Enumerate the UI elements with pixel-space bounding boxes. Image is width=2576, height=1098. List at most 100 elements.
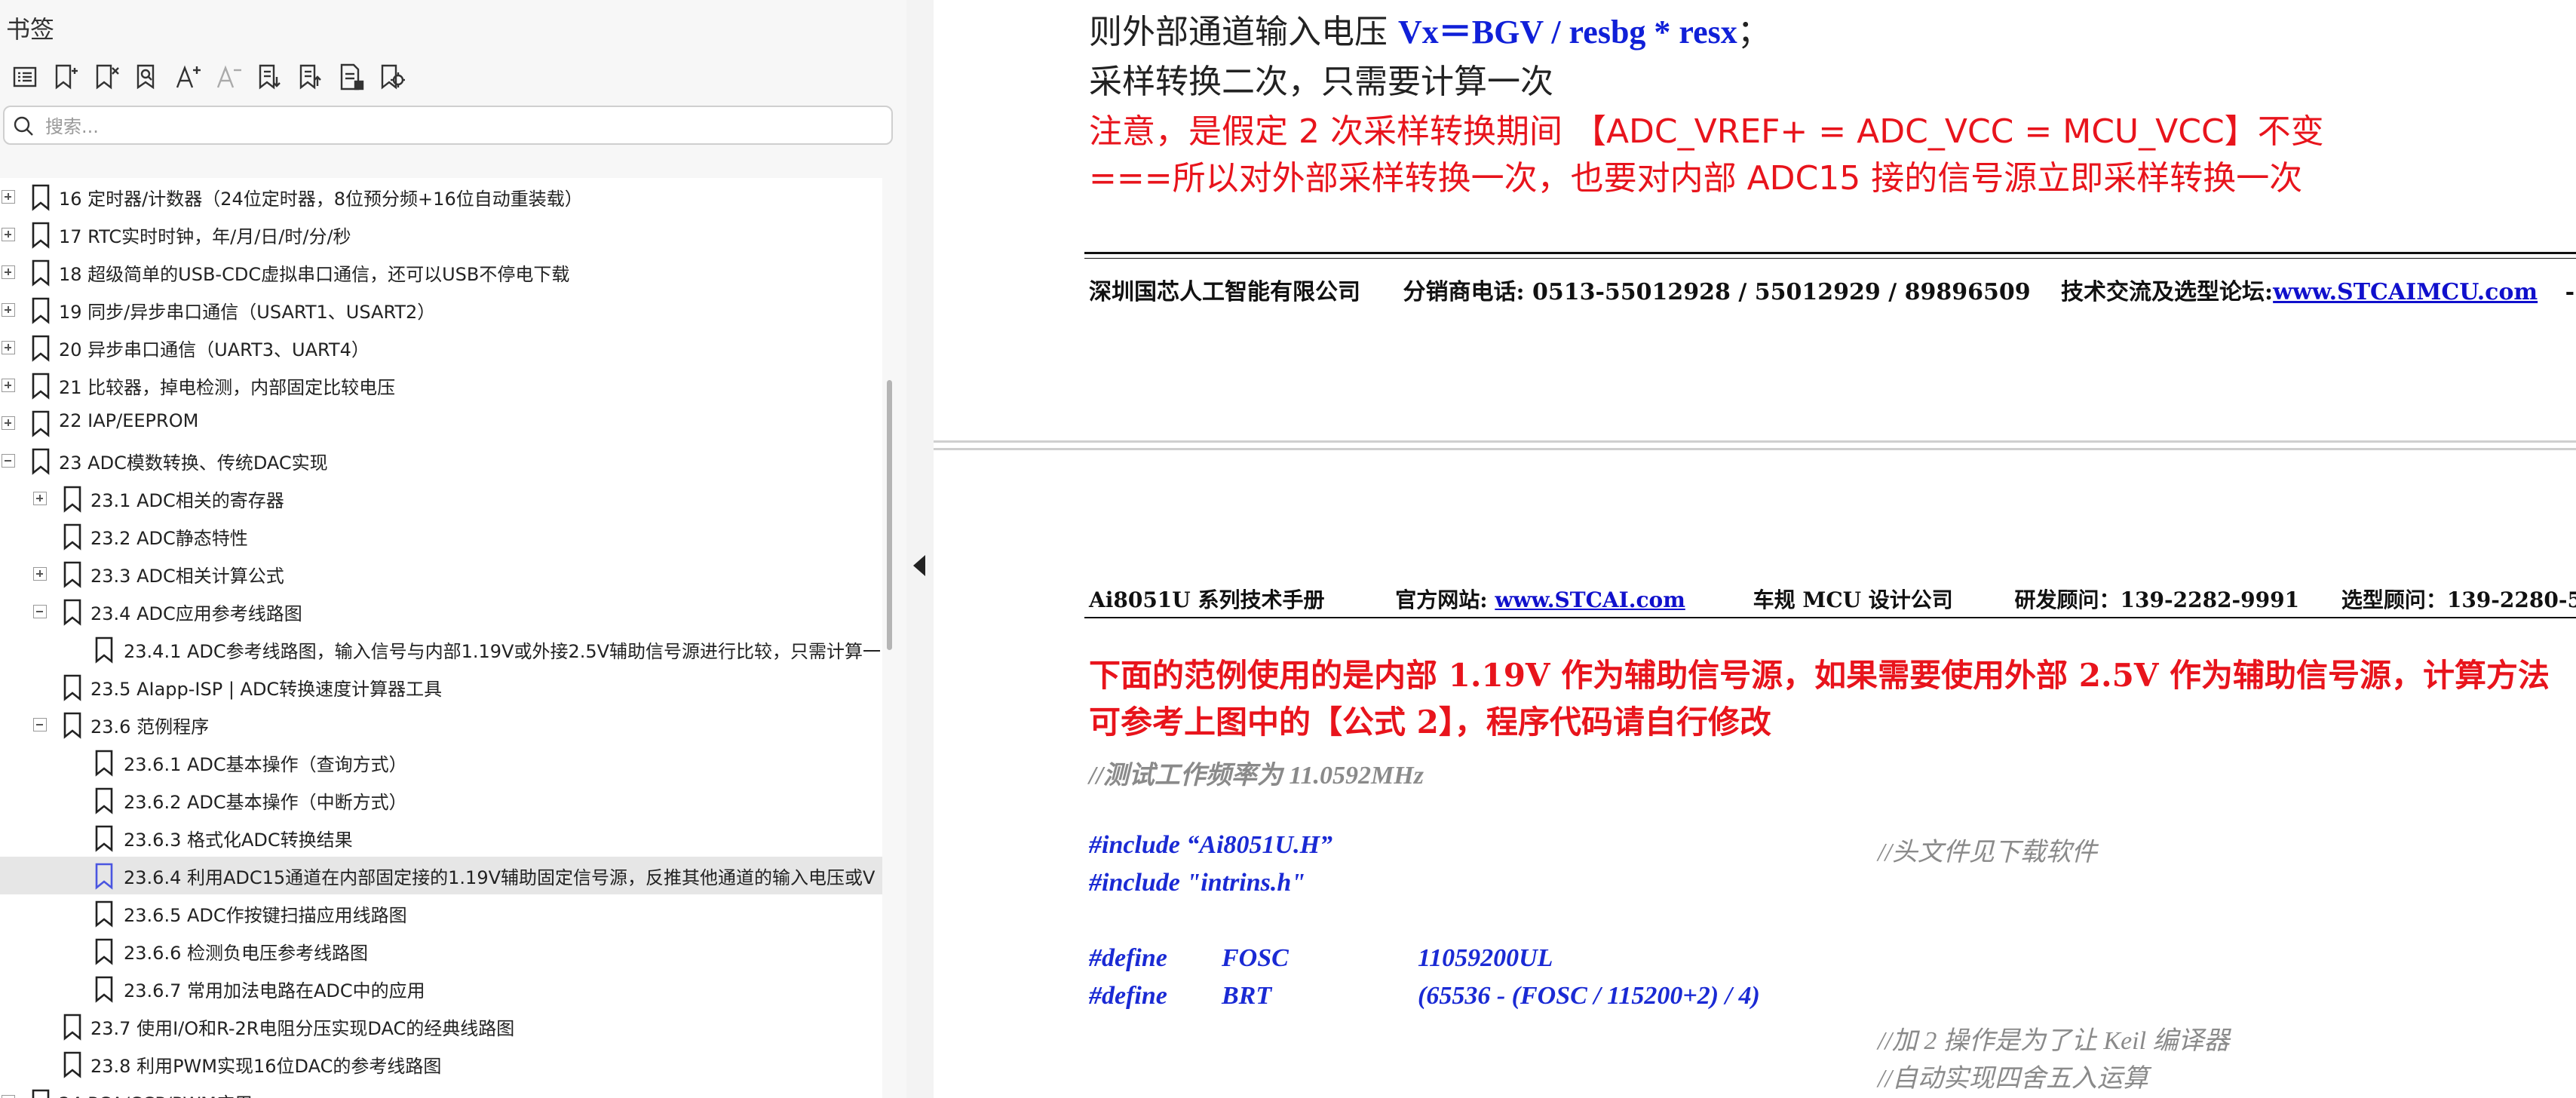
bookmark-label: 23.4.1 ADC参考线路图，输入信号与内部1.19V或外接2.5V辅助信号源… xyxy=(124,641,882,662)
bookmark-search xyxy=(3,106,893,145)
expand-icon[interactable] xyxy=(2,228,15,241)
note-line-1: 下面的范例使用的是内部 1.19V 作为辅助信号源，如果需要使用外部 2.5V … xyxy=(1089,657,2550,694)
font-larger-icon[interactable] xyxy=(167,59,208,95)
bookmark-item[interactable]: 23.7 使用I/O和R-2R电阻分压实现DAC的经典线路图 xyxy=(0,1008,882,1045)
expand-icon[interactable] xyxy=(2,190,15,204)
collapse-icon[interactable] xyxy=(33,605,47,618)
expand-icon[interactable] xyxy=(2,416,15,430)
expand-icon[interactable] xyxy=(33,492,47,505)
bookmark-item[interactable]: 23.1 ADC相关的寄存器 xyxy=(0,480,882,517)
bookmark-item[interactable]: 18 超级简单的USB-CDC虚拟串口通信，还可以USB不停电下载 xyxy=(0,253,882,291)
bookmark-label: 23.3 ADC相关计算公式 xyxy=(90,566,284,587)
bookmark-icon xyxy=(63,486,81,513)
footer-forum-link[interactable]: www.STCAIMCU.com xyxy=(2273,279,2538,305)
expand-icon[interactable] xyxy=(2,265,15,279)
search-input[interactable] xyxy=(44,112,876,142)
add-bookmark-icon[interactable] xyxy=(45,59,86,95)
bookmark-label: 23.8 利用PWM实现16位DAC的参考线路图 xyxy=(90,1056,442,1077)
bookmark-item[interactable]: 23.6.2 ADC基本操作（中断方式） xyxy=(0,781,882,819)
expand-icon[interactable] xyxy=(2,379,15,392)
bookmark-item[interactable]: 24 PCA/CCP/PWM应用 xyxy=(0,1083,882,1098)
header-site-label: 官方网站: xyxy=(1395,587,1495,612)
bookmark-item[interactable]: 23.5 AIapp-ISP | ADC转换速度计算器工具 xyxy=(0,668,882,706)
bookmark-icon xyxy=(32,259,50,287)
font-smaller-icon[interactable] xyxy=(208,59,249,95)
bookmark-label: 17 RTC实时时钟，年/月/日/时/分/秒 xyxy=(59,226,351,247)
bookmark-item[interactable]: 23.4 ADC应用参考线路图 xyxy=(0,593,882,630)
panel-splitter[interactable] xyxy=(906,0,934,1098)
bookmark-panel: 书签 搜索... 16 定时器/计数器（24位定时器，8位预分频+16位自动重装… xyxy=(0,0,906,1098)
bookmark-item[interactable]: 23.8 利用PWM实现16位DAC的参考线路图 xyxy=(0,1045,882,1083)
bookmark-icon xyxy=(63,1051,81,1078)
expand-all-icon[interactable] xyxy=(249,59,290,95)
code-define-1-name: FOSC xyxy=(1222,944,1289,972)
bookmark-tree: 16 定时器/计数器（24位定时器，8位预分频+16位自动重装载） 17 RTC实… xyxy=(0,178,882,1098)
delete-bookmark-icon[interactable] xyxy=(86,59,127,95)
bookmark-label: 23.6.3 格式化ADC转换结果 xyxy=(124,830,353,851)
bookmark-icon xyxy=(63,1014,81,1041)
bookmark-icon xyxy=(95,900,113,928)
bookmark-item[interactable]: 23.6.4 利用ADC15通道在内部固定接的1.19V辅助固定信号源，反推其他… xyxy=(0,857,882,894)
sampling-note: 采样转换二次，只需要计算一次 xyxy=(1089,63,1553,101)
header-site-link[interactable]: www.STCAI.com xyxy=(1495,587,1685,612)
bookmark-label: 23.5 AIapp-ISP | ADC转换速度计算器工具 xyxy=(90,679,443,700)
bookmark-icon xyxy=(32,448,50,475)
bookmark-label: 23.6.6 检测负电压参考线路图 xyxy=(124,943,368,964)
bookmark-item[interactable]: 23.6.6 检测负电压参考线路图 xyxy=(0,932,882,970)
bookmark-item[interactable]: 23.2 ADC静态特性 xyxy=(0,517,882,555)
sidebar-scrollbar[interactable] xyxy=(887,380,892,650)
bookmark-icon xyxy=(32,184,50,211)
bookmark-label: 23.1 ADC相关的寄存器 xyxy=(90,490,284,511)
bookmark-item[interactable]: 23.6.5 ADC作按键扫描应用线路图 xyxy=(0,894,882,932)
bookmark-item[interactable]: 23.6 范例程序 xyxy=(0,706,882,744)
formula-line: 则外部通道输入电压 Vx＝BGV / resbg * resx； xyxy=(1089,5,1771,53)
code-comment-header: //头文件见下载软件 xyxy=(1878,839,2097,866)
locate-bookmark-icon[interactable] xyxy=(371,59,412,95)
bookmark-item[interactable]: 23.6.7 常用加法电路在ADC中的应用 xyxy=(0,970,882,1008)
collapse-icon[interactable] xyxy=(2,454,15,468)
bookmark-label: 23.6.4 利用ADC15通道在内部固定接的1.19V辅助固定信号源，反推其他… xyxy=(124,867,876,888)
bookmark-item[interactable]: 23.6.3 格式化ADC转换结果 xyxy=(0,819,882,857)
bookmark-item[interactable]: 17 RTC实时时钟，年/月/日/时/分/秒 xyxy=(0,216,882,253)
bookmark-item[interactable]: 23.6.1 ADC基本操作（查询方式） xyxy=(0,744,882,781)
code-define-2-value: (65536 - (FOSC / 115200+2) / 4) xyxy=(1418,982,1760,1010)
bookmark-label: 22 IAP/EEPROM xyxy=(59,410,199,431)
bookmark-icon xyxy=(63,523,81,551)
page-bookmark-icon[interactable] xyxy=(330,59,371,95)
bookmark-item[interactable]: 19 同步/异步串口通信（USART1、USART2） xyxy=(0,291,882,329)
expand-icon[interactable] xyxy=(33,567,47,581)
bookmark-item[interactable]: 22 IAP/EEPROM xyxy=(0,404,882,442)
bookmark-item[interactable]: 20 异步串口通信（UART3、UART4） xyxy=(0,329,882,367)
bookmark-label: 16 定时器/计数器（24位定时器，8位预分频+16位自动重装载） xyxy=(59,189,583,210)
bookmark-icon xyxy=(95,750,113,777)
bookmark-icon xyxy=(95,938,113,965)
search-icon xyxy=(14,116,33,136)
warning-line-1: 注意，是假定 2 次采样转换期间 【ADC_VREF+ = ADC_VCC = … xyxy=(1089,112,2324,151)
bookmark-toolbar xyxy=(5,59,412,95)
bookmark-icon xyxy=(32,297,50,324)
collapse-panel-icon[interactable] xyxy=(913,555,925,576)
formula-prefix: 则外部通道输入电压 xyxy=(1089,13,1398,51)
bookmark-item[interactable]: 23 ADC模数转换、传统DAC实现 xyxy=(0,442,882,480)
code-include-2: #include "intrins.h" xyxy=(1089,869,1306,897)
bookmark-icon xyxy=(95,825,113,852)
code-comment-keil: //加 2 操作是为了让 Keil 编译器 xyxy=(1878,1027,2230,1055)
footer-phone: 分销商电话: 0513-55012928 / 55012929 / 898965… xyxy=(1403,279,2031,305)
bookmark-item[interactable]: 21 比较器，掉电检测，内部固定比较电压 xyxy=(0,367,882,404)
bookmark-item[interactable]: 23.4.1 ADC参考线路图，输入信号与内部1.19V或外接2.5V辅助信号源… xyxy=(0,630,882,668)
expand-icon[interactable] xyxy=(2,341,15,354)
bookmark-label: 23 ADC模数转换、传统DAC实现 xyxy=(59,452,328,474)
bookmark-item[interactable]: 16 定时器/计数器（24位定时器，8位预分频+16位自动重装载） xyxy=(0,178,882,216)
collapse-icon[interactable] xyxy=(33,718,47,731)
bookmark-label: 23.2 ADC静态特性 xyxy=(90,528,248,549)
collapse-all-icon[interactable] xyxy=(290,59,330,95)
formula-text: Vx＝BGV / resbg * resx xyxy=(1398,14,1737,51)
formula-suffix: ； xyxy=(1737,13,1771,51)
bookmark-label: 19 同步/异步串口通信（USART1、USART2） xyxy=(59,302,436,323)
header-select: 选型顾问：139-2280-5190 xyxy=(2341,587,2576,612)
list-icon[interactable] xyxy=(5,59,45,95)
search-bookmark-icon[interactable] xyxy=(127,59,167,95)
expand-icon[interactable] xyxy=(2,1095,15,1098)
bookmark-item[interactable]: 23.3 ADC相关计算公式 xyxy=(0,555,882,593)
expand-icon[interactable] xyxy=(2,303,15,317)
